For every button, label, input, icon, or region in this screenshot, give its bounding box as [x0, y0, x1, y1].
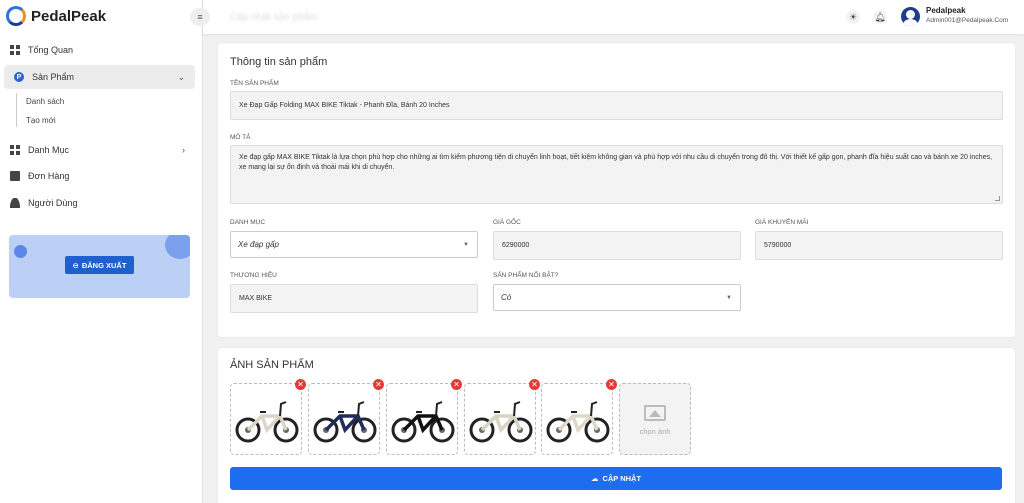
- chevron-down-icon: ⌄: [177, 71, 185, 82]
- product-image-thumb[interactable]: ✕: [464, 379, 540, 455]
- description-label: MÔ TẢ: [230, 134, 251, 141]
- top-bar: Cập nhật sản phẩm ☀ 🔔︎ Pedalpeak Admin00…: [203, 0, 1024, 34]
- featured-label: SẢN PHẨM NỔI BẬT?: [493, 272, 559, 279]
- featured-select[interactable]: Có ▼: [493, 284, 741, 311]
- description-textarea[interactable]: Xe đạp gấp MAX BIKE Tiktak là lựa chọn p…: [230, 145, 1003, 204]
- user-email: Admin001@Pedalpeak.Com: [926, 17, 1009, 24]
- product-image-thumb[interactable]: ✕: [541, 379, 617, 455]
- sidebar-item-orders[interactable]: Đơn Hàng: [0, 164, 195, 188]
- brand-name: PedalPeak: [31, 7, 107, 25]
- sidebar-item-categories[interactable]: Danh Mục ›: [0, 138, 195, 162]
- submenu-item-list[interactable]: Danh sách: [26, 97, 64, 106]
- sale-price-input[interactable]: 5790000: [755, 231, 1003, 260]
- sidebar: PedalPeak Tổng Quan P Sản Phẩm ⌄ Danh sá…: [0, 0, 203, 503]
- add-image-button[interactable]: chọn ảnh: [619, 383, 691, 455]
- product-images-card: ẢNH SẢN PHẨM ✕ ✕ ✕ ✕ ✕ chọn ảnh ☁ CẬP NHẬT: [218, 348, 1015, 503]
- user-icon: [10, 198, 20, 208]
- name-label: TÊN SẢN PHẨM: [230, 80, 279, 87]
- featured-value: Có: [501, 293, 512, 302]
- price-label: GIÁ GỐC: [493, 219, 521, 226]
- sidebar-item-overview[interactable]: Tổng Quan: [0, 38, 195, 62]
- update-button[interactable]: ☁ CẬP NHẬT: [230, 467, 1002, 490]
- logout-icon: ⊖: [72, 260, 79, 270]
- section-title: Thông tin sản phẩm: [230, 56, 328, 68]
- resize-handle-icon[interactable]: [995, 196, 1000, 201]
- decor-circle: [165, 235, 190, 259]
- delete-image-icon[interactable]: ✕: [373, 379, 384, 390]
- sidebar-item-label: Sản Phẩm: [32, 72, 75, 82]
- collapse-sidebar-button[interactable]: ≡: [190, 8, 210, 26]
- delete-image-icon[interactable]: ✕: [529, 379, 540, 390]
- theme-toggle-icon[interactable]: ☀: [846, 10, 860, 24]
- sidebar-item-products[interactable]: P Sản Phẩm ⌄: [4, 65, 195, 89]
- avatar[interactable]: [901, 7, 920, 26]
- sidebar-item-label: Tổng Quan: [28, 45, 74, 55]
- brand-logo[interactable]: PedalPeak: [6, 6, 106, 26]
- category-label: DANH MỤC: [230, 219, 266, 226]
- dropdown-arrow-icon: ▼: [726, 294, 732, 301]
- bicycle-image: [546, 401, 610, 443]
- sidebar-item-label: Người Dùng: [28, 198, 78, 208]
- dashboard-icon: [10, 45, 20, 55]
- bell-icon[interactable]: 🔔︎: [873, 10, 887, 24]
- logout-card: ⊖ ĐĂNG XUẤT: [9, 235, 190, 298]
- brand-label: THƯƠNG HIỆU: [230, 272, 277, 279]
- section-title: ẢNH SẢN PHẨM: [230, 359, 314, 371]
- add-image-label: chọn ảnh: [639, 427, 671, 436]
- sidebar-item-label: Đơn Hàng: [28, 171, 70, 181]
- category-value: Xe đạp gấp: [238, 240, 279, 249]
- chevron-right-icon: ›: [182, 145, 185, 155]
- update-label: CẬP NHẬT: [602, 474, 642, 483]
- cloud-upload-icon: ☁: [590, 474, 599, 483]
- price-input[interactable]: 6290000: [493, 231, 741, 260]
- logout-button[interactable]: ⊖ ĐĂNG XUẤT: [65, 256, 134, 274]
- page-title: Cập nhật sản phẩm: [230, 12, 318, 23]
- product-info-card: Thông tin sản phẩm TÊN SẢN PHẨM Xe Đạp G…: [218, 43, 1015, 337]
- product-icon: P: [14, 72, 24, 82]
- bicycle-image: [391, 401, 455, 443]
- category-icon: [10, 145, 20, 155]
- product-image-thumb[interactable]: ✕: [308, 379, 384, 455]
- image-icon: [644, 405, 666, 421]
- brand-input[interactable]: MAX BIKE: [230, 284, 478, 313]
- submenu-item-create[interactable]: Tạo mới: [26, 116, 56, 125]
- category-select[interactable]: Xe đạp gấp ▼: [230, 231, 478, 258]
- logout-label: ĐĂNG XUẤT: [81, 260, 127, 270]
- submenu-line: [16, 93, 17, 127]
- bicycle-image: [235, 401, 299, 443]
- order-icon: [10, 171, 20, 181]
- dropdown-arrow-icon: ▼: [463, 241, 469, 248]
- sidebar-item-users[interactable]: Người Dùng: [0, 191, 195, 215]
- delete-image-icon[interactable]: ✕: [451, 379, 462, 390]
- sidebar-item-label: Danh Mục: [28, 145, 70, 155]
- delete-image-icon[interactable]: ✕: [606, 379, 617, 390]
- user-name: Pedalpeak: [926, 6, 966, 15]
- bicycle-image: [469, 401, 533, 443]
- delete-image-icon[interactable]: ✕: [295, 379, 306, 390]
- sale-price-label: GIÁ KHUYẾN MÃI: [755, 219, 809, 226]
- description-text: Xe đạp gấp MAX BIKE Tiktak là lựa chọn p…: [239, 154, 993, 171]
- bicycle-image: [313, 401, 377, 443]
- logo-icon: [6, 6, 26, 26]
- product-name-input[interactable]: Xe Đạp Gấp Folding MAX BIKE Tiktak - Pha…: [230, 91, 1003, 120]
- product-image-thumb[interactable]: ✕: [230, 379, 306, 455]
- decor-circle: [14, 245, 27, 258]
- product-image-thumb[interactable]: ✕: [386, 379, 462, 455]
